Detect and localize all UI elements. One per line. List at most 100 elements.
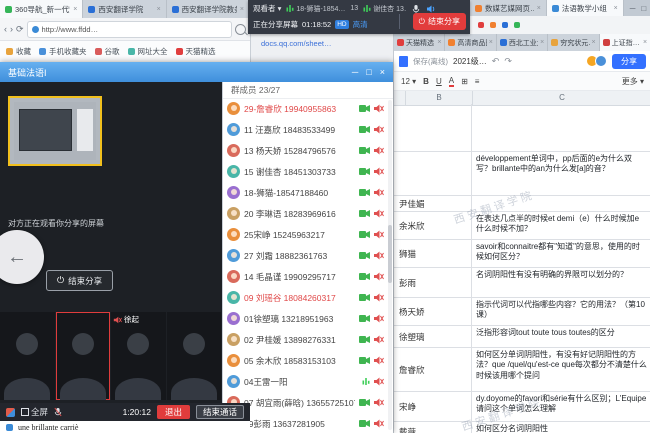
- member-row[interactable]: 04王雷一阳: [223, 371, 388, 392]
- speaker-muted-icon[interactable]: [373, 335, 384, 344]
- camera-on-icon[interactable]: [359, 104, 370, 113]
- sheet-cell-question[interactable]: 如何区分名词阴阳性: [472, 422, 650, 433]
- scrollbar[interactable]: [388, 100, 392, 430]
- sheet-cell-name[interactable]: 戴薇: [394, 422, 472, 433]
- font-color-icon[interactable]: A: [449, 76, 454, 87]
- viewer-chip[interactable]: 18-狮猫-1854…: [286, 4, 345, 14]
- speaker-muted-icon[interactable]: [373, 356, 384, 365]
- camera-on-icon[interactable]: [359, 230, 370, 239]
- tab-close-icon[interactable]: ×: [73, 6, 77, 13]
- address-link[interactable]: docs.qq.com/sheet…: [261, 39, 331, 48]
- end-call-button[interactable]: 结束通话: [196, 405, 244, 419]
- sheet-row[interactable]: 詹睿欣 如何区分单词阴阳性，有没有好记阴阳性的方法？que /quel/qu'e…: [394, 348, 650, 392]
- sheet-cell-question[interactable]: dy.doyome的favori和série有什么区别；L'Equipe 请问这…: [472, 392, 650, 421]
- member-row[interactable]: 05 余木欣 18583153103: [223, 350, 388, 371]
- sheet-cell-question[interactable]: 在表达几点半的时候et demi（e）什么时候加e什么时候不加？: [472, 212, 650, 239]
- more-menu[interactable]: 更多 ▾: [622, 76, 644, 87]
- member-row[interactable]: 25宋峥 15245963217: [223, 224, 388, 245]
- sheet-corner[interactable]: [394, 91, 406, 105]
- camera-on-icon[interactable]: [359, 335, 370, 344]
- sheet-cell-question[interactable]: [472, 104, 650, 151]
- speaker-muted-icon[interactable]: [373, 230, 384, 239]
- member-row[interactable]: 09 刘瑶谷 18084260317: [223, 287, 388, 308]
- browser-tab[interactable]: 天猫精选 ×: [394, 34, 445, 51]
- speaker-muted-icon[interactable]: [373, 104, 384, 113]
- camera-on-icon[interactable]: [359, 251, 370, 260]
- viewer-chip[interactable]: 13: [350, 4, 358, 14]
- camera-on-icon[interactable]: [359, 188, 370, 197]
- sheet-cell-question[interactable]: développement单词中，pp后面的e为什么双写？brillante中的…: [472, 152, 650, 195]
- sheet-cell-name[interactable]: [394, 152, 472, 195]
- speaker-muted-icon[interactable]: [373, 125, 384, 134]
- fullscreen-button[interactable]: 全屏: [21, 406, 48, 418]
- sheet-cell-name[interactable]: 杨天娇: [394, 298, 472, 325]
- bookmark-item[interactable]: 收藏: [6, 46, 31, 57]
- camera-on-icon[interactable]: [359, 146, 370, 155]
- viewers-dropdown[interactable]: 观看者 ▾: [253, 3, 281, 14]
- tab-close-icon[interactable]: ×: [537, 5, 541, 12]
- speaker-muted-icon[interactable]: [373, 251, 384, 260]
- tab-close-icon[interactable]: ×: [614, 5, 618, 12]
- font-size-select[interactable]: 12 ▾: [401, 77, 416, 86]
- video-tile[interactable]: 徐起: [111, 312, 166, 400]
- member-row[interactable]: 01徐塑璃 13218951963: [223, 308, 388, 329]
- minimize-button[interactable]: ─: [352, 67, 358, 77]
- member-row[interactable]: 13 杨天娇 15284796576: [223, 140, 388, 161]
- browser-tab[interactable]: 西北工业大… ×: [497, 34, 548, 51]
- camera-on-icon[interactable]: [359, 419, 370, 428]
- doc-title[interactable]: 2021级…: [453, 56, 487, 67]
- viewer-chip[interactable]: 谢佳杏 13…: [363, 4, 406, 14]
- favicon-icon[interactable]: [478, 22, 484, 28]
- favicon-icon[interactable]: [502, 22, 508, 28]
- sheet-row[interactable]: développement单词中，pp后面的e为什么双写？brillante中的…: [394, 152, 650, 196]
- browser-tab[interactable]: 穷究状元… ×: [548, 34, 599, 51]
- browser-tab[interactable]: 法语教学小组 ×: [547, 0, 624, 16]
- tab-close-icon[interactable]: ×: [157, 6, 161, 13]
- speaker-muted-icon[interactable]: [373, 167, 384, 176]
- sheet-row[interactable]: 狮猫 savoir和connaitre都有"知道"的意思，使用的时候如何区分？: [394, 240, 650, 268]
- hd-label[interactable]: 高清: [353, 19, 368, 30]
- member-row[interactable]: 18-狮猫-18547188460: [223, 182, 388, 203]
- camera-on-icon[interactable]: [359, 125, 370, 134]
- bookmark-item[interactable]: 谷歌: [95, 46, 120, 57]
- member-row[interactable]: 11 汪嘉欣 18483533499: [223, 119, 388, 140]
- sheet-cell-name[interactable]: 詹睿欣: [394, 348, 472, 391]
- sheet-row[interactable]: 徐塑璃 泛指形容词tout toute tous toutes的区分: [394, 326, 650, 348]
- exit-button[interactable]: 退出: [157, 405, 190, 419]
- scrollbar-thumb[interactable]: [388, 225, 392, 283]
- camera-on-icon[interactable]: [359, 356, 370, 365]
- speaker-muted-icon[interactable]: [373, 188, 384, 197]
- apps-icon[interactable]: [6, 408, 15, 417]
- browser-tab[interactable]: 西安翻译学院教务处 ×: [167, 0, 250, 18]
- speaker-muted-icon[interactable]: [373, 272, 384, 281]
- close-button[interactable]: ×: [380, 67, 385, 77]
- video-tile[interactable]: [167, 312, 222, 400]
- sheet-row[interactable]: [394, 104, 650, 152]
- sheet-cell-question[interactable]: 如何区分单词阴阳性，有没有好记阴阳性的方法？que /quel/qu'est-c…: [472, 348, 650, 391]
- sheet-row[interactable]: 杨天娇 指示代词可以代指哪些内容？它的用法？（第10课）: [394, 298, 650, 326]
- underline-icon[interactable]: U: [436, 77, 442, 86]
- undo-icon[interactable]: ↶: [492, 56, 500, 67]
- speaker-muted-icon[interactable]: [373, 209, 384, 218]
- shared-screen-thumbnail[interactable]: [8, 96, 102, 166]
- bookmark-item[interactable]: 手机收藏夹: [39, 46, 87, 57]
- sheet-cell-question[interactable]: 指示代词可以代指哪些内容？它的用法？（第10课）: [472, 298, 650, 325]
- video-tile[interactable]: [56, 312, 111, 400]
- speaker-muted-icon[interactable]: [373, 314, 384, 323]
- camera-on-icon[interactable]: [359, 293, 370, 302]
- tab-close-icon[interactable]: ×: [592, 39, 596, 46]
- browser-tab[interactable]: 数媒艺媒网页… ×: [470, 0, 547, 16]
- bookmark-item[interactable]: 天猫精选: [176, 46, 216, 57]
- sheet-cell-name[interactable]: 彭雨: [394, 268, 472, 297]
- sheet-row[interactable]: 彭雨 名词阴阳性有没有明确的界限可以划分的？: [394, 268, 650, 298]
- column-header-c[interactable]: C: [473, 91, 650, 105]
- redo-icon[interactable]: ↷: [504, 56, 512, 67]
- stop-sharing-button[interactable]: ⏻ 结束分享: [413, 13, 466, 30]
- member-row[interactable]: 14 毛晶谨 19909295717: [223, 266, 388, 287]
- sheet-row[interactable]: 戴薇 如何区分名词阴阳性: [394, 422, 650, 433]
- share-button[interactable]: 分享: [612, 54, 646, 69]
- member-row[interactable]: 29-詹睿欣 19940955863: [223, 98, 388, 119]
- forward-icon[interactable]: ›: [10, 24, 13, 34]
- speaker-muted-icon[interactable]: [373, 419, 384, 428]
- sheet-cell-name[interactable]: 宋峥: [394, 392, 472, 421]
